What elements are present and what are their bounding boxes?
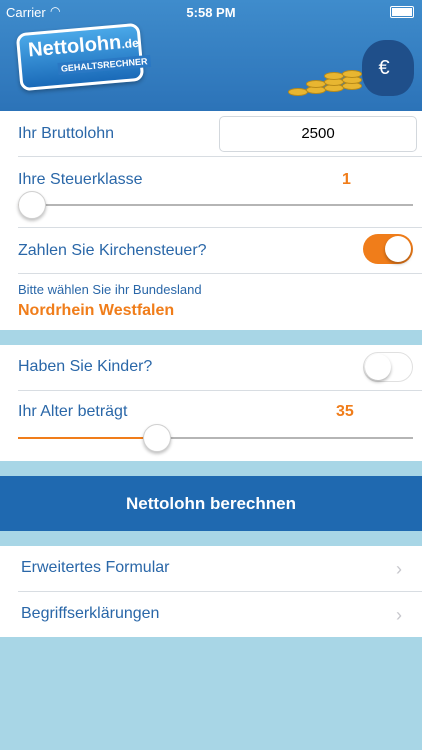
- church-tax-toggle[interactable]: [363, 234, 413, 264]
- coins-icon: [286, 68, 366, 98]
- age-row: Ihr Alter beträgt 35: [0, 391, 422, 461]
- battery-icon: [390, 6, 414, 18]
- app-header: Carrier ◠ 5:58 PM Nettolohn.de GEHALTSRE…: [0, 0, 422, 111]
- form-section-main: Ihr Bruttolohn 2500 Ihre Steuerklasse 1 …: [0, 111, 422, 330]
- tax-class-slider[interactable]: [18, 191, 413, 219]
- form-section-family: Haben Sie Kinder? Ihr Alter beträgt 35: [0, 345, 422, 461]
- nav-item-advanced-form[interactable]: Erweitertes Formular ›: [0, 546, 422, 591]
- age-slider-thumb[interactable]: [143, 424, 171, 452]
- age-slider-fill: [18, 437, 156, 439]
- gross-salary-input[interactable]: 2500: [219, 116, 417, 152]
- nav-list: Erweitertes Formular › Begriffserklärung…: [0, 546, 422, 637]
- tax-class-row: Ihre Steuerklasse 1: [0, 157, 422, 227]
- gross-salary-label: Ihr Bruttolohn: [18, 125, 115, 142]
- church-tax-label: Zahlen Sie Kirchensteuer?: [18, 242, 207, 259]
- age-value: 35: [336, 403, 354, 420]
- state-row[interactable]: Bitte wählen Sie ihr Bundesland Nordrhei…: [0, 274, 422, 330]
- chevron-right-icon: ›: [396, 559, 402, 579]
- state-prompt: Bitte wählen Sie ihr Bundesland: [18, 282, 202, 297]
- logo-domain: .de: [120, 35, 140, 52]
- euro-icon: €: [378, 57, 390, 79]
- nav-item-glossary[interactable]: Begriffserklärungen ›: [0, 592, 422, 637]
- tax-class-value: 1: [342, 171, 351, 188]
- calculate-button[interactable]: Nettolohn berechnen: [0, 476, 422, 531]
- age-label: Ihr Alter beträgt: [18, 403, 128, 420]
- logo-text: Nettolohn: [27, 31, 123, 62]
- brand-logo: Nettolohn.de GEHALTSRECHNER: [15, 22, 151, 92]
- toggle-knob: [365, 354, 391, 380]
- children-label: Haben Sie Kinder?: [18, 358, 153, 375]
- state-value[interactable]: Nordrhein Westfalen: [18, 302, 174, 320]
- tax-class-label: Ihre Steuerklasse: [18, 171, 143, 188]
- children-row: Haben Sie Kinder?: [0, 345, 422, 390]
- gross-salary-row: Ihr Bruttolohn 2500: [0, 111, 422, 156]
- status-bar: Carrier ◠ 5:58 PM: [0, 0, 422, 24]
- nav-item-label: Erweitertes Formular: [21, 559, 170, 576]
- age-slider[interactable]: [18, 424, 413, 452]
- status-time: 5:58 PM: [186, 5, 236, 20]
- church-tax-row: Zahlen Sie Kirchensteuer?: [0, 228, 422, 273]
- chevron-right-icon: ›: [396, 605, 402, 625]
- children-toggle[interactable]: [363, 352, 413, 382]
- nav-item-label: Begriffserklärungen: [21, 605, 160, 622]
- toggle-knob: [385, 236, 411, 262]
- tax-class-slider-thumb[interactable]: [18, 191, 46, 219]
